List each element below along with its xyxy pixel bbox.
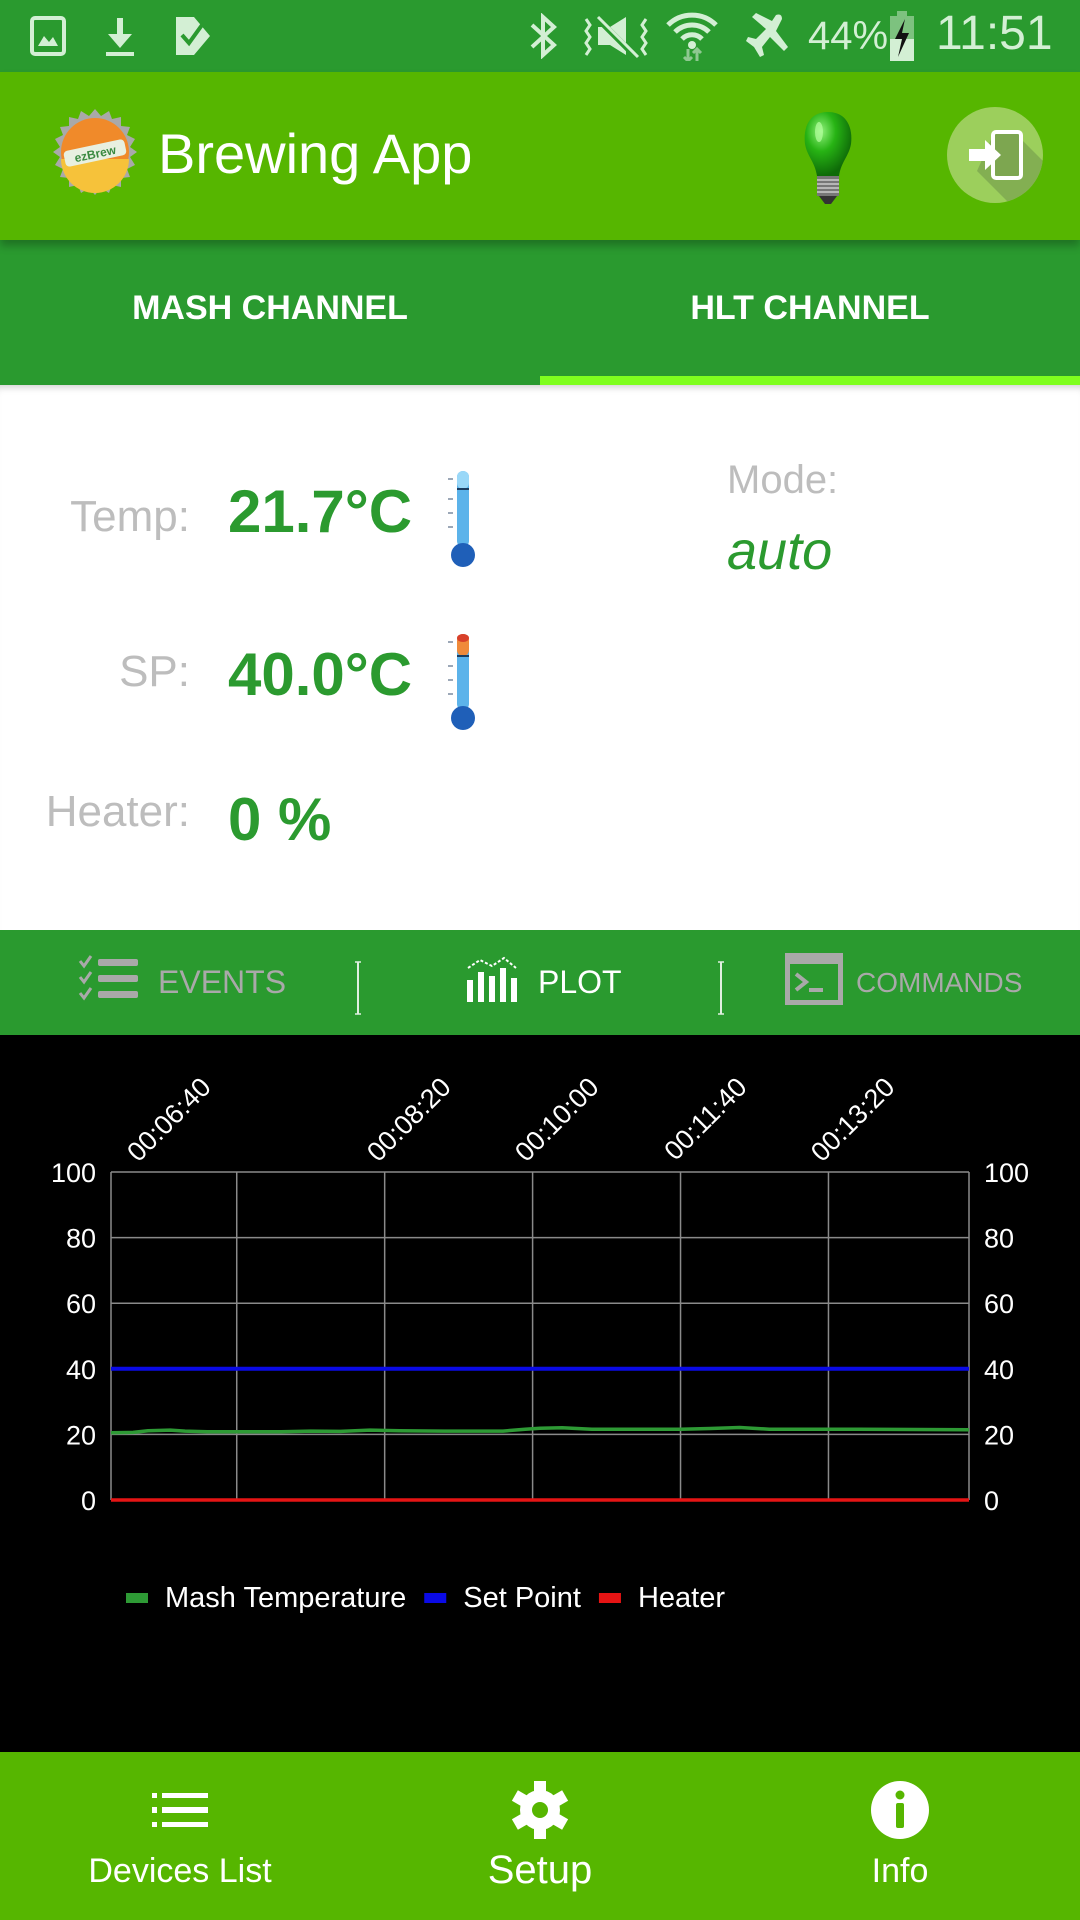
line-chart: 0 0 20 20 40 40 60 60 80 80 100 100 00:06:40 00:08:20… [51, 1072, 1029, 1614]
y-tick-label-left: 100 [51, 1158, 96, 1188]
download-icon [103, 14, 137, 58]
legend-swatch [598, 1593, 621, 1603]
nav-info-label: Info [871, 1852, 929, 1890]
tab-events-label: EVENTS [158, 964, 287, 1000]
tab-mash-channel[interactable]: MASH CHANNEL [0, 240, 540, 385]
y-tick-label-right: 0 [984, 1486, 999, 1516]
bottom-navigation: Devices List Setup Info [0, 1752, 1080, 1920]
y-tick-label-left: 60 [66, 1289, 96, 1319]
heater-label: Heater: [45, 787, 190, 836]
status-bar: 44% 11:51 [0, 0, 1080, 72]
legend-label: Set Point [463, 1582, 581, 1614]
battery-percent: 44% [808, 14, 889, 58]
info-icon [870, 1780, 930, 1840]
terminal-icon [784, 952, 844, 1013]
sign-in-icon[interactable] [947, 107, 1043, 203]
y-tick-label-left: 0 [81, 1486, 96, 1516]
nav-setup-label: Setup [487, 1848, 593, 1892]
y-tick-label-left: 20 [66, 1420, 96, 1450]
sp-value: 40.0°C [228, 641, 413, 708]
tab-plot-label: PLOT [538, 964, 622, 1000]
nav-setup[interactable]: Setup [360, 1752, 720, 1920]
x-tick-label: 00:10:00 [509, 1072, 605, 1168]
temp-label: Temp: [70, 492, 190, 541]
series-line-mash-temperature [110, 1425, 970, 1435]
lightbulb-icon[interactable] [795, 110, 861, 206]
active-tab-indicator [540, 376, 1080, 385]
bluetooth-icon [525, 13, 561, 59]
legend-swatch [126, 1593, 148, 1603]
vibrate-mute-icon [582, 14, 650, 59]
legend-label: Heater [638, 1582, 725, 1614]
app-title: Brewing App [158, 122, 473, 185]
y-tick-label-right: 80 [984, 1224, 1014, 1254]
x-tick-label: 00:13:20 [805, 1072, 901, 1168]
legend-label: Mash Temperature [165, 1582, 406, 1614]
bottle-cap-logo: ezBrew [50, 107, 140, 197]
y-tick-label-right: 60 [984, 1289, 1014, 1319]
battery-charging-icon [888, 11, 916, 61]
y-tick-label-left: 80 [66, 1224, 96, 1254]
gallery-icon [28, 14, 68, 58]
divider [717, 960, 725, 1016]
tab-hlt-channel[interactable]: HLT CHANNEL [540, 240, 1080, 385]
y-tick-label-left: 40 [66, 1355, 96, 1385]
mode-label: Mode: [727, 458, 839, 502]
gear-icon [510, 1780, 570, 1840]
y-tick-label-right: 20 [984, 1420, 1014, 1450]
tab-commands-label: COMMANDS [856, 966, 1023, 998]
mode-value: auto [727, 521, 833, 581]
thermometer-cold-icon [444, 469, 480, 569]
nav-devices-list[interactable]: Devices List [0, 1752, 360, 1920]
wifi-icon [665, 12, 719, 61]
x-tick-label: 00:06:40 [121, 1072, 217, 1168]
divider [354, 960, 362, 1016]
sp-label: SP: [119, 647, 190, 696]
task-check-icon [172, 14, 212, 58]
heater-value: 0 % [228, 786, 332, 853]
nav-info[interactable]: Info [720, 1752, 1080, 1920]
tab-events[interactable]: EVENTS [78, 930, 286, 1035]
x-tick-label: 00:11:40 [658, 1072, 752, 1166]
legend-swatch [424, 1593, 447, 1603]
app-bar: ezBrew Brewing App [0, 72, 1080, 240]
nav-devices-list-label: Devices List [88, 1852, 272, 1890]
channel-info-panel: Temp: 21.7°C SP: 40.0°C Heater: 0 % Mode… [0, 385, 1080, 930]
section-tab-bar: EVENTS PLOT COMMANDS [0, 930, 1080, 1035]
y-tick-label-right: 40 [984, 1355, 1014, 1385]
channel-tab-bar: MASH CHANNEL HLT CHANNEL [0, 240, 1080, 385]
x-tick-label: 00:08:20 [361, 1072, 457, 1168]
tab-plot[interactable]: PLOT [464, 930, 622, 1035]
airplane-icon [745, 13, 791, 58]
thermometer-hot-icon [444, 632, 480, 732]
plot-area[interactable]: 0 0 20 20 40 40 60 60 80 80 100 100 00:06:40 00:08:20… [0, 1035, 1080, 1752]
bar-chart-icon [464, 954, 520, 1012]
temp-value: 21.7°C [228, 478, 413, 545]
list-icon [152, 1780, 208, 1840]
clock: 11:51 [936, 7, 1053, 60]
y-tick-label-right: 100 [984, 1158, 1029, 1188]
tab-commands[interactable]: COMMANDS [784, 930, 1022, 1035]
checklist-icon [78, 954, 140, 1012]
